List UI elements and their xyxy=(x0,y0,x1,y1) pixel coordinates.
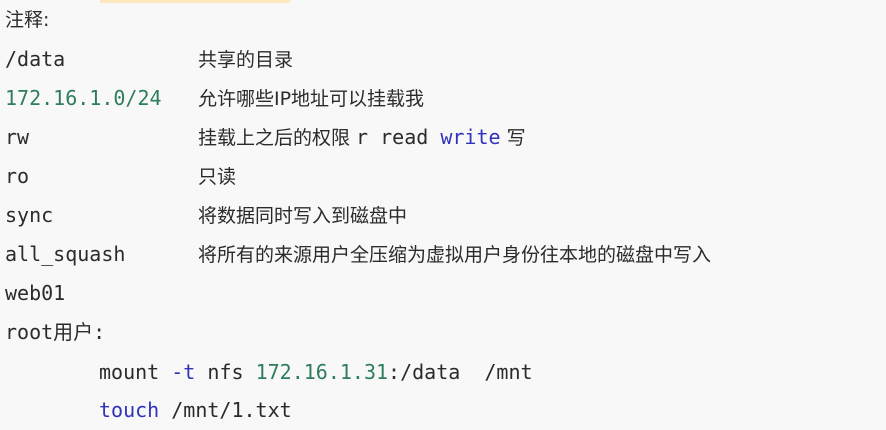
row-data: /data 共享的目录 xyxy=(5,40,293,79)
cmd-ip: 172.16.1.31 xyxy=(255,360,389,384)
row-desc: 允许哪些IP地址可以挂载我 xyxy=(198,88,425,110)
row-desc: 共享的目录 xyxy=(198,49,294,71)
row-all-squash: all_squash 将所有的来源用户全压缩为虚拟用户身份往本地的磁盘中写入 xyxy=(5,235,711,274)
cmd-flag: -t xyxy=(171,360,196,384)
command-mount: mount -t nfs 172.16.1.31:/data /mnt xyxy=(99,353,533,392)
cmd-name: mount xyxy=(99,360,160,384)
row-ro: ro 只读 xyxy=(5,157,236,196)
cmd-name: touch xyxy=(99,398,160,422)
heading-line: 注释: xyxy=(5,1,49,40)
row-key: all_squash xyxy=(5,242,126,266)
row-desc-code: r read xyxy=(356,125,441,149)
top-highlight-bar xyxy=(100,0,290,3)
row-desc: 将所有的来源用户全压缩为虚拟用户身份往本地的磁盘中写入 xyxy=(198,244,712,266)
row-desc: 将数据同时写入到磁盘中 xyxy=(198,205,408,227)
cmd-arg: /mnt/1.txt xyxy=(159,398,292,422)
row-desc-pre: 挂载上之后的权限 xyxy=(198,127,357,149)
root-label-line: root用户: xyxy=(5,313,105,352)
row-key: ro xyxy=(5,164,30,188)
web-label: web01 xyxy=(5,281,66,305)
row-key: rw xyxy=(5,125,30,149)
row-key-network: 172.16.1.0/24 xyxy=(5,86,162,110)
row-key: sync xyxy=(5,203,54,227)
command-touch: touch /mnt/1.txt xyxy=(99,391,292,430)
cmd-path: :/data /mnt xyxy=(388,360,533,384)
row-key: /data xyxy=(5,47,66,71)
row-sync: sync 将数据同时写入到磁盘中 xyxy=(5,196,407,235)
row-desc-keyword: write xyxy=(440,125,501,149)
row-rw: rw 挂载上之后的权限 r read write 写 xyxy=(5,118,526,157)
cmd-type: nfs xyxy=(207,360,244,384)
row-network: 172.16.1.0/24 允许哪些IP地址可以挂载我 xyxy=(5,79,424,118)
heading-text: 注释: xyxy=(5,9,50,31)
row-desc: 只读 xyxy=(198,166,237,188)
row-desc-post: 写 xyxy=(500,127,526,149)
root-label: root用户: xyxy=(5,320,106,344)
web-label-line: web01 xyxy=(5,274,65,313)
